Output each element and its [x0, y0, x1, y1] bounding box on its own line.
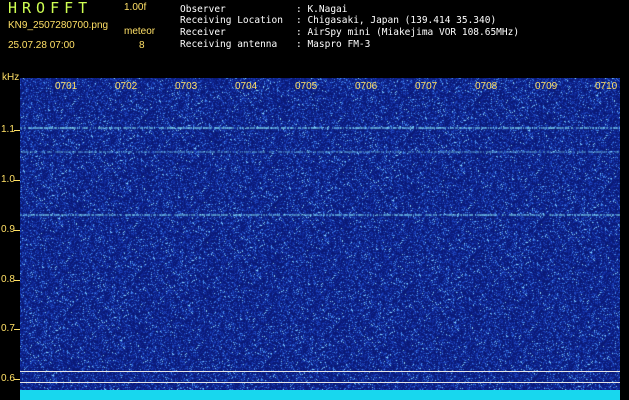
x-tick-label: 0706 — [355, 81, 378, 92]
info-key-observer: Observer — [180, 4, 226, 15]
y-tick-mark — [14, 329, 20, 330]
info-key-receiver: Receiver — [180, 27, 226, 38]
info-key-antenna: Receiving antenna — [180, 39, 278, 50]
y-tick-mark — [14, 379, 20, 380]
version-label: 1.00f — [124, 2, 147, 13]
y-tick-mark — [14, 280, 20, 281]
info-value-observer: : K.Nagai — [296, 4, 348, 15]
reference-line-lower — [20, 382, 620, 383]
y-tick-mark — [14, 180, 20, 181]
x-tick-label: 0705 — [295, 81, 318, 92]
app-title: HROFFT — [8, 0, 93, 17]
info-key-location: Receiving Location — [180, 15, 283, 26]
spectrogram-display — [20, 78, 620, 390]
x-tick-label: 0703 — [175, 81, 198, 92]
x-tick-label: 0709 — [535, 81, 558, 92]
x-tick-label: 0702 — [115, 81, 138, 92]
meteor-label: meteor — [124, 26, 156, 37]
x-tick-label: 0710 — [595, 81, 618, 92]
x-tick-label: 0701 — [55, 81, 78, 92]
signal-level-strip — [20, 390, 620, 400]
y-tick-mark — [14, 130, 20, 131]
x-tick-label: 0707 — [415, 81, 438, 92]
info-value-receiver: : AirSpy mini (Miakejima VOR 108.65MHz) — [296, 27, 520, 38]
hrofft-window: HROFFT 1.00f KN9_2507280700.png meteor 2… — [0, 0, 629, 400]
y-tick-mark — [14, 230, 20, 231]
info-value-location: : Chigasaki, Japan (139.414 35.340) — [296, 15, 497, 26]
x-tick-label: 0704 — [235, 81, 258, 92]
file-name: KN9_2507280700.png — [8, 20, 109, 31]
y-axis-unit: kHz — [2, 72, 20, 83]
reference-line-upper — [20, 371, 620, 372]
meteor-count: 8 — [139, 40, 145, 51]
spectrogram-canvas — [20, 78, 620, 390]
info-value-antenna: : Maspro FM-3 — [296, 39, 371, 50]
observation-datetime: 25.07.28 07:00 — [8, 40, 75, 51]
x-tick-label: 0708 — [475, 81, 498, 92]
